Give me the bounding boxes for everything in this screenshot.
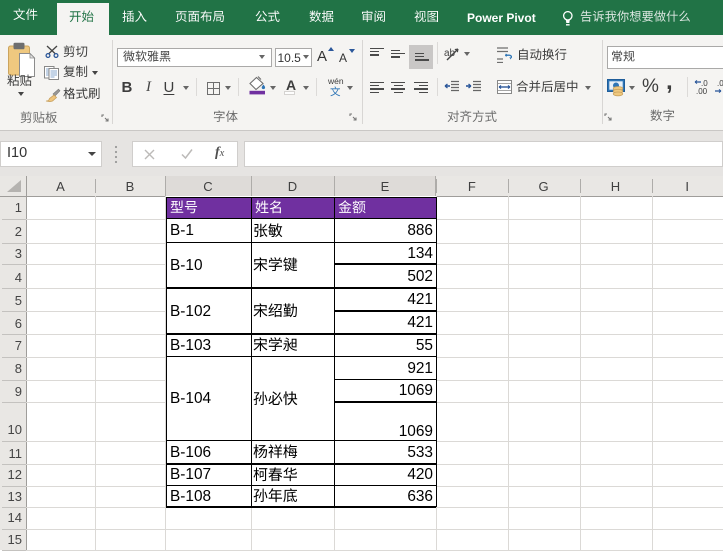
svg-text:.0: .0 (717, 79, 723, 88)
svg-text:.00: .00 (696, 87, 708, 95)
